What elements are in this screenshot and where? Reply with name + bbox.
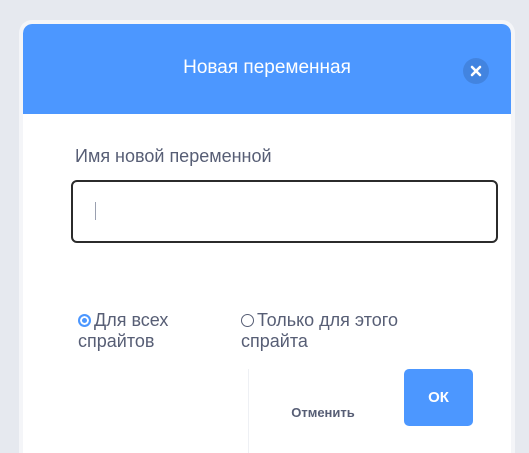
radio-all-sprites-label-line1: Для всех (94, 310, 169, 330)
radio-all-sprites-label-line2: спрайтов (78, 331, 155, 351)
dialog-header: Новая переменная (23, 24, 511, 114)
radio-checked-icon (78, 314, 91, 327)
ok-button[interactable]: ОК (404, 369, 473, 426)
new-variable-dialog: Новая переменная Имя новой переменной Дл… (23, 24, 511, 453)
variable-name-input[interactable] (71, 180, 498, 243)
dialog-title: Новая переменная (183, 57, 351, 78)
radio-this-sprite[interactable]: Только для этого спрайта (241, 310, 471, 352)
text-caret (95, 202, 96, 220)
radio-this-sprite-label-line1: Только для этого (257, 310, 398, 330)
close-icon (470, 65, 482, 77)
radio-this-sprite-label-line2: спрайта (241, 331, 308, 351)
close-button[interactable] (463, 58, 489, 84)
cancel-button[interactable]: Отменить (273, 390, 373, 434)
variable-name-label: Имя новой переменной (75, 146, 272, 166)
button-divider (248, 369, 249, 453)
radio-unchecked-icon (241, 314, 254, 327)
radio-all-sprites[interactable]: Для всех спрайтов (78, 310, 238, 352)
